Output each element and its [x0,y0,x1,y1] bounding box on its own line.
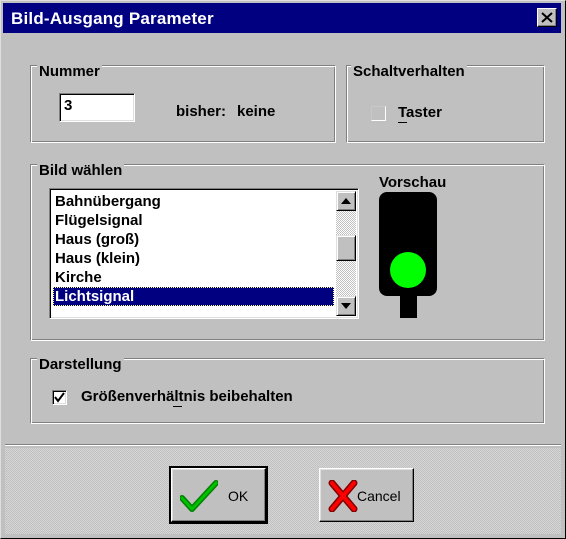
schaltverhalten-group-label: Schaltverhalten [351,63,467,80]
button-area [5,448,561,534]
checkmark-icon [180,480,218,512]
ok-button[interactable]: OK [169,466,268,524]
list-item[interactable]: Flügelsignal [53,211,334,230]
nummer-input[interactable]: 3 [59,93,135,122]
arrow-down-icon [341,303,351,309]
bisher-value: keine [237,103,276,120]
x-icon [328,480,358,512]
close-icon [541,12,553,23]
checkmark-icon [54,392,65,403]
title-bar[interactable]: Bild-Ausgang Parameter [3,3,561,33]
taster-label[interactable]: Taster [398,104,442,121]
ok-label: OK [228,488,249,504]
traffic-light-preview-icon [379,192,437,318]
taster-label-text: Taster [398,104,442,121]
aspect-accelerator-underline [173,406,182,407]
aspect-ratio-checkbox[interactable] [52,390,67,405]
list-item[interactable]: Kirche [53,268,334,287]
darstellung-group-label: Darstellung [37,356,124,373]
scroll-down-button[interactable] [336,296,356,316]
list-item[interactable]: Haus (klein) [53,249,334,268]
close-button[interactable] [537,8,557,27]
bisher-label: bisher: [176,103,227,120]
taster-accelerator-underline [398,122,407,123]
list-item[interactable]: Bahnübergang [53,192,334,211]
taster-checkbox[interactable] [371,106,386,121]
aspect-ratio-label[interactable]: Größenverhältnis beibehalten [81,388,293,405]
nummer-group-label: Nummer [37,63,102,80]
window-title: Bild-Ausgang Parameter [11,9,214,28]
list-item-focus-outline [53,287,334,306]
list-item[interactable]: Haus (groß) [53,230,334,249]
cancel-button[interactable]: Cancel [319,468,414,522]
cancel-label: Cancel [357,488,401,504]
scroll-thumb[interactable] [336,235,356,261]
scroll-up-button[interactable] [336,191,356,211]
list-scrollbar[interactable] [336,191,356,316]
bild-group-label: Bild wählen [37,162,125,179]
vorschau-label: Vorschau [379,174,447,191]
arrow-up-icon [341,198,351,204]
bild-listbox[interactable]: Bahnübergang Flügelsignal Haus (groß) Ha… [49,188,359,319]
dialog-window: Bild-Ausgang Parameter Nummer 3 bisher: … [0,0,566,539]
separator-line [5,444,561,446]
